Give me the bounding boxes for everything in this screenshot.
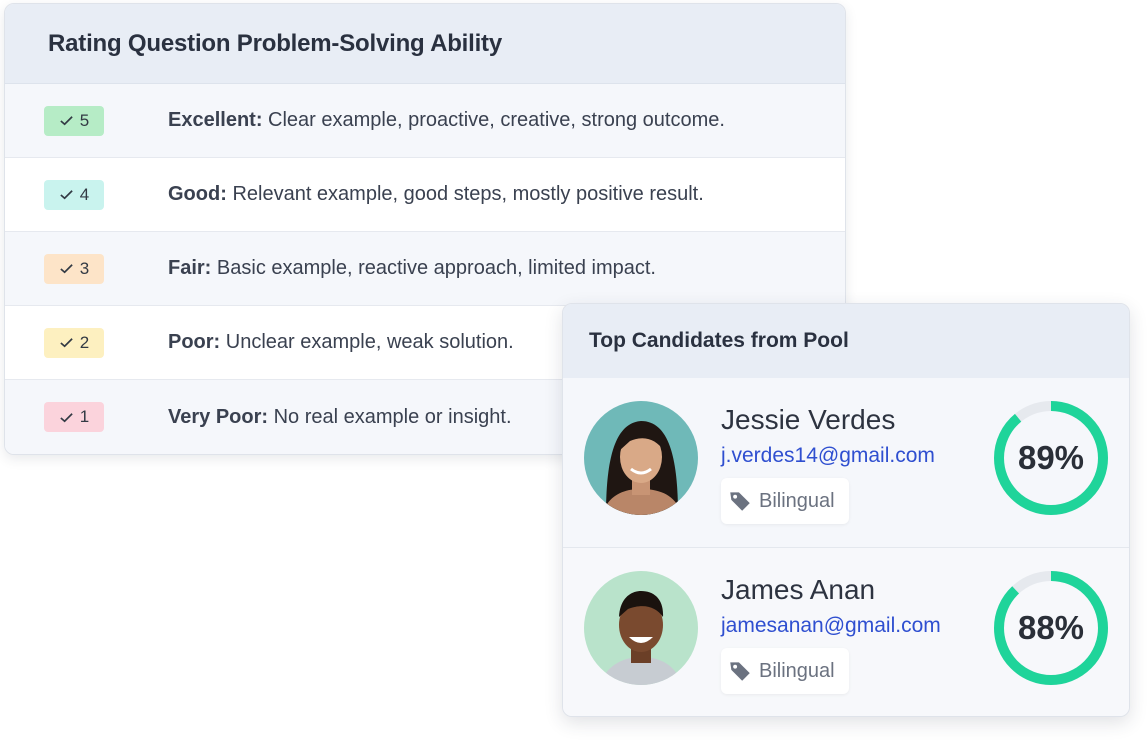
check-icon <box>60 116 73 126</box>
rating-row-3[interactable]: 3 Fair: Basic example, reactive approach… <box>5 232 845 306</box>
rating-desc-text: Clear example, proactive, creative, stro… <box>268 109 725 131</box>
match-score-ring: 88% <box>991 568 1111 688</box>
score-badge-2[interactable]: 2 <box>44 327 104 358</box>
candidate-name: James Anan <box>721 574 876 605</box>
rating-label: Excellent: <box>168 109 263 131</box>
rating-label: Very Poor: <box>168 405 269 428</box>
rating-row-4[interactable]: 4 Good: Relevant example, good steps, mo… <box>5 158 845 232</box>
candidate-name: Jessie Verdes <box>721 404 896 435</box>
rating-label: Poor: <box>168 331 221 353</box>
candidate-row[interactable]: James Anan jamesanan@gmail.com Bilingual… <box>563 548 1129 716</box>
rating-desc-text: Unclear example, weak solution. <box>225 331 514 353</box>
score-badge-3[interactable]: 3 <box>44 253 104 284</box>
rating-header: Rating Question Problem-Solving Ability <box>5 4 845 84</box>
rating-label: Good: <box>168 183 227 205</box>
candidates-title: Top Candidates from Pool <box>589 329 849 352</box>
rating-title: Rating Question Problem-Solving Ability <box>48 29 503 57</box>
rating-description: Poor: Unclear example, weak solution. <box>168 331 514 354</box>
rating-description: Very Poor: No real example or insight. <box>168 406 512 429</box>
tag-label: Bilingual <box>759 659 835 682</box>
match-score-ring: 89% <box>991 398 1111 518</box>
score-value: 4 <box>79 184 90 204</box>
rating-desc-text: Basic example, reactive approach, limite… <box>216 257 656 279</box>
skill-tag[interactable]: Bilingual <box>721 478 849 524</box>
rating-row-5[interactable]: 5 Excellent: Clear example, proactive, c… <box>5 84 845 158</box>
tag-label: Bilingual <box>759 489 835 512</box>
tag-icon <box>730 492 750 511</box>
avatar[interactable] <box>584 401 698 515</box>
rating-desc-text: No real example or insight. <box>273 405 512 428</box>
rating-description: Excellent: Clear example, proactive, cre… <box>168 109 725 132</box>
check-icon <box>60 338 73 348</box>
candidate-email[interactable]: jamesanan@gmail.com <box>721 614 941 638</box>
score-value: 2 <box>79 332 90 352</box>
rating-description: Good: Relevant example, good steps, most… <box>168 183 704 206</box>
score-value: 3 <box>79 258 90 278</box>
candidate-email[interactable]: j.verdes14@gmail.com <box>721 444 935 468</box>
score-value: 1 <box>79 407 90 426</box>
candidate-row[interactable]: Jessie Verdes j.verdes14@gmail.com Bilin… <box>563 378 1129 548</box>
tag-icon <box>730 662 750 681</box>
top-candidates-card: Top Candidates from Pool Jessie Verdes j… <box>562 303 1130 717</box>
score-badge-1[interactable]: 1 <box>44 402 104 432</box>
rating-description: Fair: Basic example, reactive approach, … <box>168 257 656 280</box>
score-value: 5 <box>79 110 90 130</box>
candidates-header: Top Candidates from Pool <box>563 304 1129 378</box>
match-score: 89% <box>1017 439 1085 476</box>
skill-tag[interactable]: Bilingual <box>721 648 849 694</box>
rating-desc-text: Relevant example, good steps, mostly pos… <box>232 183 704 205</box>
score-badge-5[interactable]: 5 <box>44 105 104 136</box>
check-icon <box>60 190 73 200</box>
score-badge-4[interactable]: 4 <box>44 179 104 210</box>
match-score: 88% <box>1017 609 1085 646</box>
check-icon <box>60 412 73 422</box>
avatar[interactable] <box>584 571 698 685</box>
rating-label: Fair: <box>168 257 212 279</box>
check-icon <box>60 264 73 274</box>
